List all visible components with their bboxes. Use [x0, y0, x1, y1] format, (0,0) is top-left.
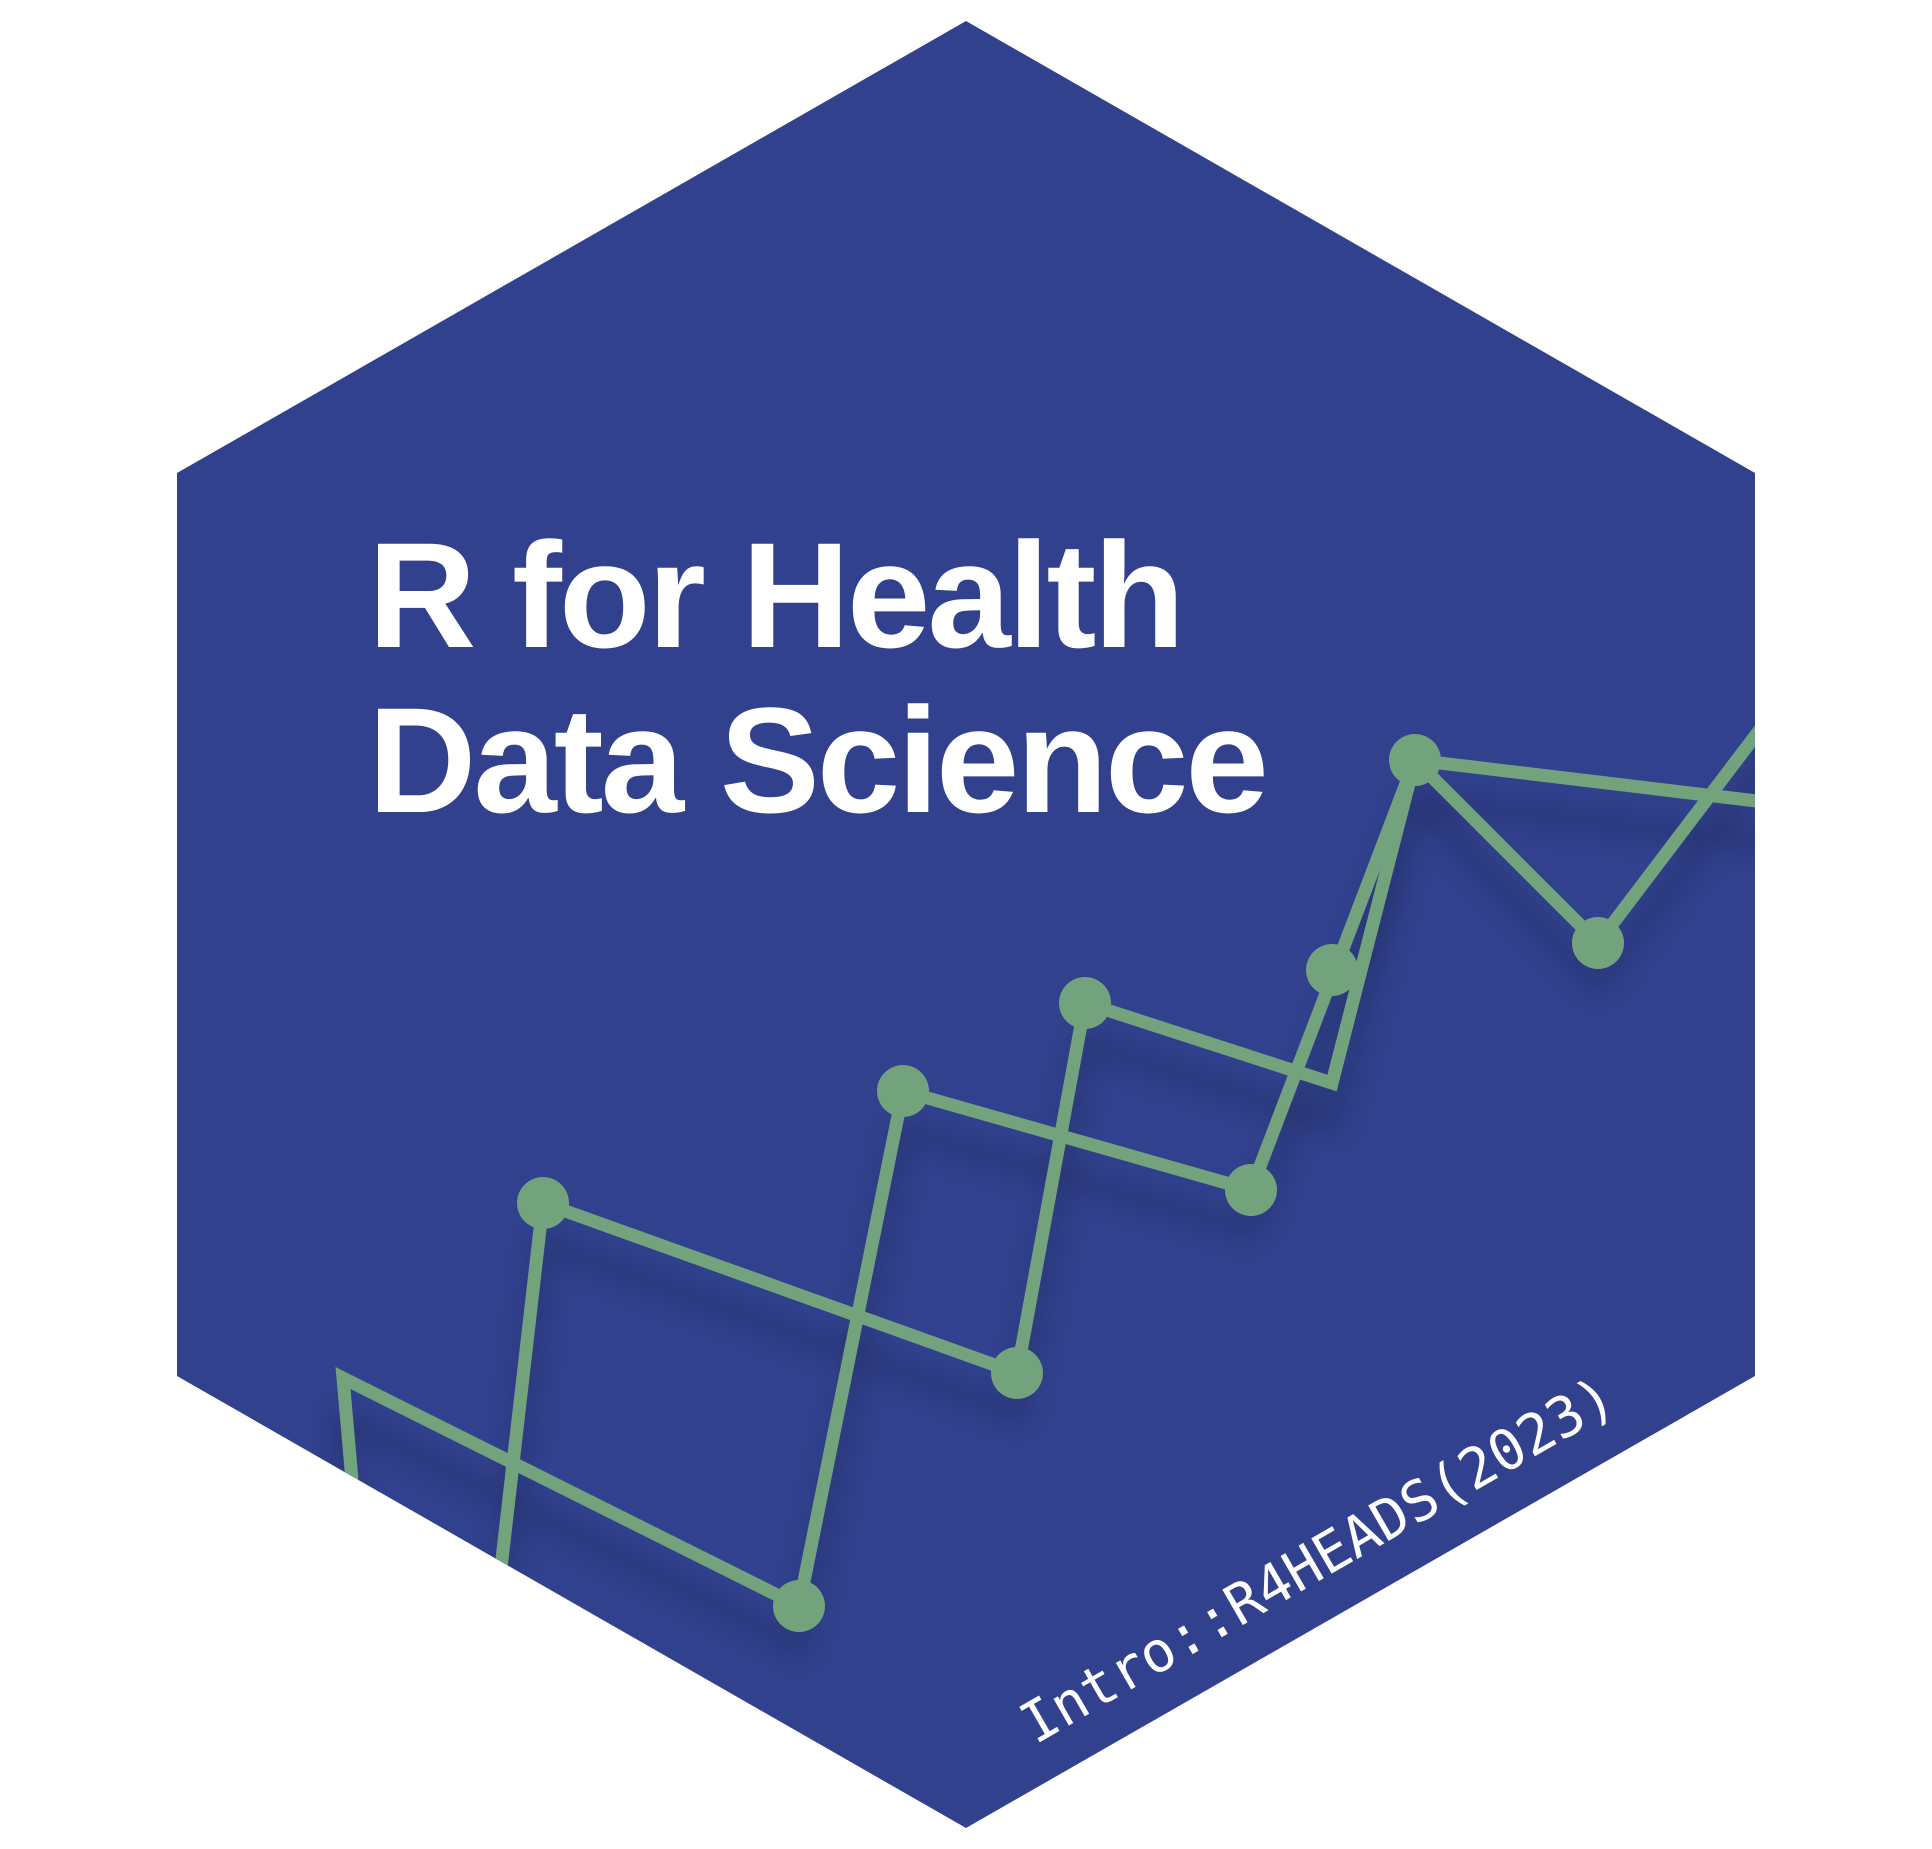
- point: [1572, 917, 1624, 969]
- point: [1306, 944, 1358, 996]
- point: [773, 1580, 825, 1632]
- hex-sticker: R for Health Data Science Intro::R4HEADS…: [0, 0, 1932, 1849]
- point: [517, 1177, 569, 1229]
- point: [1389, 734, 1441, 786]
- point: [1225, 1164, 1277, 1216]
- title-line-2: Data Science: [368, 676, 1266, 844]
- point: [1059, 977, 1111, 1029]
- point: [991, 1347, 1043, 1399]
- hexagon-background: [177, 21, 1755, 1828]
- title-line-1: R for Health: [368, 511, 1182, 679]
- point: [877, 1065, 929, 1117]
- hex-sticker-graphic: R for Health Data Science Intro::R4HEADS…: [177, 21, 1755, 1828]
